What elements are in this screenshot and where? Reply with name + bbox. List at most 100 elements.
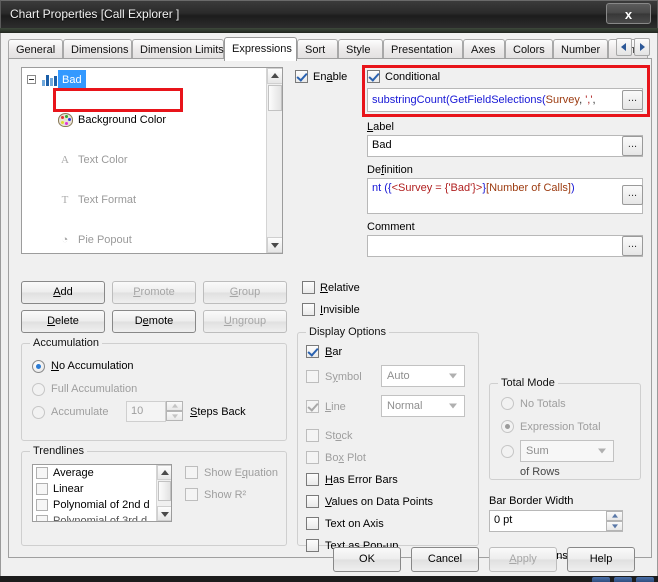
taskbar-item[interactable] [636,577,654,582]
taskbar-sliver [0,576,658,582]
tree-item-background-color[interactable]: Background Color [22,110,282,130]
scrollbar-thumb[interactable] [268,85,282,111]
arrow-up-icon [160,469,169,475]
close-button[interactable]: x [606,3,651,24]
tab-presentation[interactable]: Presentation [383,39,463,59]
label-input[interactable]: Bad [367,135,643,157]
list-item[interactable]: Linear [33,481,171,497]
radio-no-totals[interactable] [501,397,514,410]
add-button[interactable]: Add [21,281,105,304]
tree-item-text-format[interactable]: T Text Format [22,190,282,210]
checkbox-relative-label: Relative [320,282,360,294]
conditional-expression-text: substringCount(GetFieldSelections(Survey… [372,94,596,106]
radio-accumulate[interactable] [32,406,45,419]
radio-no-accumulation[interactable] [32,360,45,373]
help-button[interactable]: Help [567,547,635,572]
stepper-down-button[interactable] [606,521,623,531]
steps-back-stepper[interactable] [166,401,183,422]
scroll-down-button[interactable] [267,237,282,253]
checkbox-invisible[interactable] [302,303,315,316]
tab-colors[interactable]: Colors [505,39,553,59]
total-mode-title: Total Mode [498,377,558,389]
collapse-icon[interactable] [27,75,36,84]
expression-tree[interactable]: Bad Background Color A Text Color T Text… [21,67,283,254]
stepper-up-button[interactable] [166,401,183,411]
scroll-up-button[interactable] [157,465,171,480]
tab-sort[interactable]: Sort [297,39,338,59]
chevron-down-icon [449,373,457,379]
tab-expressions[interactable]: Expressions [224,37,297,61]
radio-full-accumulation[interactable] [32,383,45,396]
bar-border-width-label: Bar Border Width [489,495,574,507]
tab-number[interactable]: Number [553,39,608,59]
stepper-up-button[interactable] [606,511,623,521]
cancel-button[interactable]: Cancel [411,547,479,572]
checkbox-symbol[interactable] [306,370,319,383]
checkbox-icon[interactable] [36,483,48,495]
bar-border-width-input[interactable]: 0 pt [489,510,623,532]
tab-axes[interactable]: Axes [463,39,505,59]
radio-aggregate-total[interactable] [501,445,514,458]
ok-button[interactable]: OK [333,547,401,572]
tree-item-bad[interactable]: Bad [22,70,282,90]
arrow-up-icon [271,73,279,78]
conditional-expression-input[interactable]: substringCount(GetFieldSelections(Survey… [367,88,643,112]
checkbox-show-r2[interactable] [185,488,198,501]
trendlines-scrollbar[interactable] [156,465,171,521]
scroll-down-button[interactable] [157,506,171,521]
bar-border-width-stepper[interactable] [606,511,623,532]
comment-input[interactable] [367,235,643,257]
dialog-body: General Dimensions Dimension Limits Expr… [0,33,658,582]
promote-button: Promote [112,281,196,304]
demote-button[interactable]: Demote [112,310,196,333]
trendlines-listbox[interactable]: Average Linear Polynomial of 2nd d Polyn… [32,464,172,522]
tab-general[interactable]: General [8,39,63,59]
checkbox-relative[interactable] [302,281,315,294]
checkbox-values-on-data-points[interactable] [306,495,319,508]
delete-button[interactable]: Delete [21,310,105,333]
checkbox-conditional[interactable] [367,70,380,83]
checkbox-text-on-axis[interactable] [306,517,319,530]
conditional-expression-ellipsis-button[interactable]: ... [622,90,643,110]
checkbox-icon[interactable] [36,499,48,511]
checkbox-show-equation[interactable] [185,466,198,479]
checkbox-enable[interactable] [295,70,308,83]
list-item[interactable]: Polynomial of 3rd d [33,513,171,521]
checkbox-stock[interactable] [306,429,319,442]
label-ellipsis-button[interactable]: ... [622,136,643,156]
definition-ellipsis-button[interactable]: ... [622,185,643,205]
list-item[interactable]: Polynomial of 2nd d [33,497,171,513]
taskbar-item[interactable] [614,577,632,582]
tree-scrollbar[interactable] [266,68,282,253]
scrollbar-thumb[interactable] [158,481,171,501]
tab-scroll-left-button[interactable] [616,38,632,56]
checkbox-icon[interactable] [36,467,48,479]
list-item[interactable]: Average [33,465,171,481]
tree-item-pie-popout[interactable]: ◔ Pie Popout [22,230,282,250]
checkbox-icon[interactable] [36,515,48,521]
stepper-down-button[interactable] [166,411,183,421]
radio-full-accumulation-label: Full Accumulation [51,383,138,395]
text-format-icon: T [61,194,69,206]
taskbar-item[interactable] [592,577,610,582]
accumulation-title: Accumulation [30,337,103,349]
checkbox-box-plot[interactable] [306,451,319,464]
comment-ellipsis-button[interactable]: ... [622,236,643,256]
checkbox-bar[interactable] [306,345,319,358]
tab-scroll-right-button[interactable] [634,38,650,56]
tab-style[interactable]: Style [338,39,383,59]
tab-dimension-limits[interactable]: Dimension Limits [132,39,224,59]
aggregate-combo[interactable]: Sum [520,440,614,462]
tree-item-text-color[interactable]: A Text Color [22,150,282,170]
symbol-combo[interactable]: Auto [381,365,465,387]
checkbox-has-error-bars[interactable] [306,473,319,486]
line-combo[interactable]: Normal [381,395,465,417]
palette-icon [58,113,73,127]
tab-dimensions[interactable]: Dimensions [63,39,132,59]
radio-expression-total[interactable] [501,420,514,433]
steps-back-input[interactable]: 10 [126,401,166,422]
definition-input[interactable]: nt ({<Survey = {'Bad'}>}[Number of Calls… [367,178,643,214]
checkbox-symbol-label: Symbol [325,371,362,383]
scroll-up-button[interactable] [267,68,282,84]
checkbox-line[interactable] [306,400,319,413]
